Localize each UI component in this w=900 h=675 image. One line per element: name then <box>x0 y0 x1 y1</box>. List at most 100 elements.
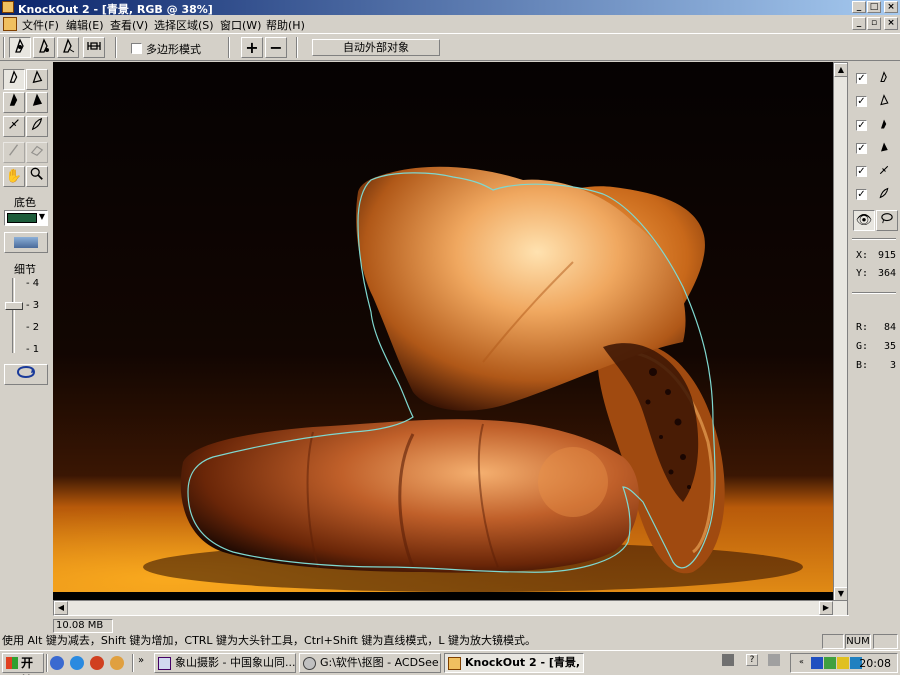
taskbar-separator <box>46 654 48 672</box>
browser-icon[interactable] <box>110 656 124 670</box>
layer-checkbox[interactable]: ✓ <box>856 143 867 154</box>
menu-help[interactable]: 帮助(H) <box>266 17 305 33</box>
task-label: KnockOut 2 - [青景, RGB... <box>465 656 583 669</box>
toolbar-separator <box>228 37 230 58</box>
inside-object-tool-icon[interactable] <box>9 37 31 58</box>
bg-color-swatch <box>7 213 37 223</box>
media-icon[interactable] <box>90 656 104 670</box>
document-icon[interactable] <box>3 17 17 31</box>
polygon-mode-checkbox[interactable] <box>131 43 142 54</box>
menu-bar: 文件(F) 编辑(E) 查看(V) 选择区域(S) 窗口(W) 帮助(H) _ … <box>0 15 900 33</box>
detail-slider-thumb[interactable] <box>5 302 23 310</box>
inside-brush-icon <box>878 93 890 111</box>
edge-feather-icon <box>878 163 890 181</box>
acdsee-icon <box>303 657 316 670</box>
layer-row-inside[interactable]: ✓ <box>856 68 896 88</box>
zoom-out-button[interactable]: − <box>265 37 287 58</box>
minimize-button[interactable]: _ <box>852 1 866 13</box>
outside-brush-icon <box>878 140 890 158</box>
scroll-left-button[interactable]: ◀ <box>54 601 68 615</box>
preview-image-button[interactable] <box>4 232 48 253</box>
layer-row-outside[interactable]: ✓ <box>856 115 896 135</box>
main-toolbar: 多边形模式 + − 自动外部对象 <box>0 33 900 61</box>
detail-slider-track[interactable] <box>12 278 15 353</box>
toolbar-grip <box>3 37 5 58</box>
layer-checkbox[interactable]: ✓ <box>856 96 867 107</box>
leaf-brush-icon <box>878 186 890 204</box>
auto-outside-object-button[interactable]: 自动外部对象 <box>312 39 440 56</box>
task-label: G:\软件\抠图 - ACDSee ... <box>320 656 441 669</box>
messenger-icon[interactable] <box>837 657 849 669</box>
menu-window[interactable]: 窗口(W) <box>220 17 261 33</box>
layer-checkbox[interactable]: ✓ <box>856 120 867 131</box>
layer-panel: ✓ ✓ ✓ ✓ ✓ ✓ 👁 X: 915 Y: 364 R: 84 G: 35 … <box>847 62 900 615</box>
doc-close-button[interactable]: × <box>884 17 898 30</box>
layer-row-leaf[interactable]: ✓ <box>856 184 896 204</box>
layer-row-inside-brush[interactable]: ✓ <box>856 91 896 111</box>
layer-row-outside-brush[interactable]: ✓ <box>856 138 896 158</box>
antivirus-icon[interactable] <box>824 657 836 669</box>
status-pane <box>822 634 844 649</box>
layer-checkbox[interactable]: ✓ <box>856 73 867 84</box>
horizontal-scrollbar[interactable]: ◀ ▶ <box>53 600 849 616</box>
task-button-knockout[interactable]: KnockOut 2 - [青景, RGB... <box>444 653 584 673</box>
polygon-mode-label: 多边形模式 <box>146 43 201 56</box>
system-tray: « 20:08 <box>790 653 898 673</box>
magnifier-icon[interactable] <box>26 166 48 187</box>
menu-file[interactable]: 文件(F) <box>22 17 59 33</box>
scroll-up-button[interactable]: ▲ <box>834 63 848 77</box>
help-icon[interactable]: ? <box>746 654 758 666</box>
tray-arrow-icon[interactable]: « <box>799 657 811 669</box>
hand-icon[interactable]: ✋ <box>3 166 25 187</box>
scroll-down-button[interactable]: ▼ <box>834 587 848 601</box>
more-chevron-icon[interactable]: » <box>138 655 144 666</box>
image-canvas[interactable]: ▲ ▼ ◀ ▶ <box>53 62 849 616</box>
outside-object-tool-icon[interactable] <box>33 37 55 58</box>
detail-label: 细节 <box>14 263 36 276</box>
edge-feather-icon[interactable] <box>3 116 25 137</box>
maximize-button[interactable]: □ <box>867 1 881 13</box>
scroll-right-button[interactable]: ▶ <box>819 601 833 615</box>
layer-checkbox[interactable]: ✓ <box>856 166 867 177</box>
toolbar-separator <box>115 37 117 58</box>
layer-checkbox[interactable]: ✓ <box>856 189 867 200</box>
zoom-in-button[interactable]: + <box>241 37 263 58</box>
app-icon <box>2 1 14 13</box>
layer-row-edge[interactable]: ✓ <box>856 161 896 181</box>
menu-select[interactable]: 选择区域(S) <box>154 17 214 33</box>
inside-brush-icon[interactable] <box>26 69 48 90</box>
detail-tick-label: - 3 <box>26 300 40 311</box>
toolbar-separator <box>296 37 298 58</box>
outside-object-icon[interactable] <box>3 92 25 113</box>
doc-restore-button[interactable]: ▫ <box>867 17 881 30</box>
start-button[interactable]: 开始 <box>2 653 44 675</box>
doc-minimize-button[interactable]: _ <box>852 17 866 30</box>
inside-object-icon[interactable] <box>3 69 25 90</box>
outside-object-icon <box>878 117 890 135</box>
start-label: 开始 <box>21 656 34 675</box>
x-readout: X: 915 <box>856 250 896 261</box>
eye-icon[interactable]: 👁 <box>853 210 875 231</box>
ime-icon[interactable] <box>768 654 780 666</box>
network-icon[interactable] <box>811 657 823 669</box>
edge-tool-icon[interactable] <box>57 37 79 58</box>
windows-logo-icon <box>6 657 18 669</box>
reset-button[interactable] <box>4 364 48 385</box>
close-button[interactable]: × <box>884 1 898 13</box>
pencil-icon[interactable] <box>3 142 25 163</box>
desktop-icon[interactable] <box>50 656 64 670</box>
keyboard-icon[interactable] <box>722 654 734 666</box>
menu-edit[interactable]: 编辑(E) <box>66 17 104 33</box>
menu-view[interactable]: 查看(V) <box>110 17 148 33</box>
ie-icon[interactable] <box>70 656 84 670</box>
leaf-brush-icon[interactable] <box>26 116 48 137</box>
lasso-icon[interactable] <box>876 210 898 231</box>
knockout-icon <box>448 657 461 670</box>
task-button-web[interactable]: 象山摄影 - 中国象山同... <box>154 653 296 673</box>
outside-brush-icon[interactable] <box>26 92 48 113</box>
bg-color-picker[interactable]: ▼ <box>4 210 48 226</box>
y-readout: Y: 364 <box>856 268 896 279</box>
task-button-acdsee[interactable]: G:\软件\抠图 - ACDSee ... <box>299 653 441 673</box>
pin-tool-icon[interactable] <box>83 37 105 58</box>
eraser-icon[interactable] <box>26 142 48 163</box>
